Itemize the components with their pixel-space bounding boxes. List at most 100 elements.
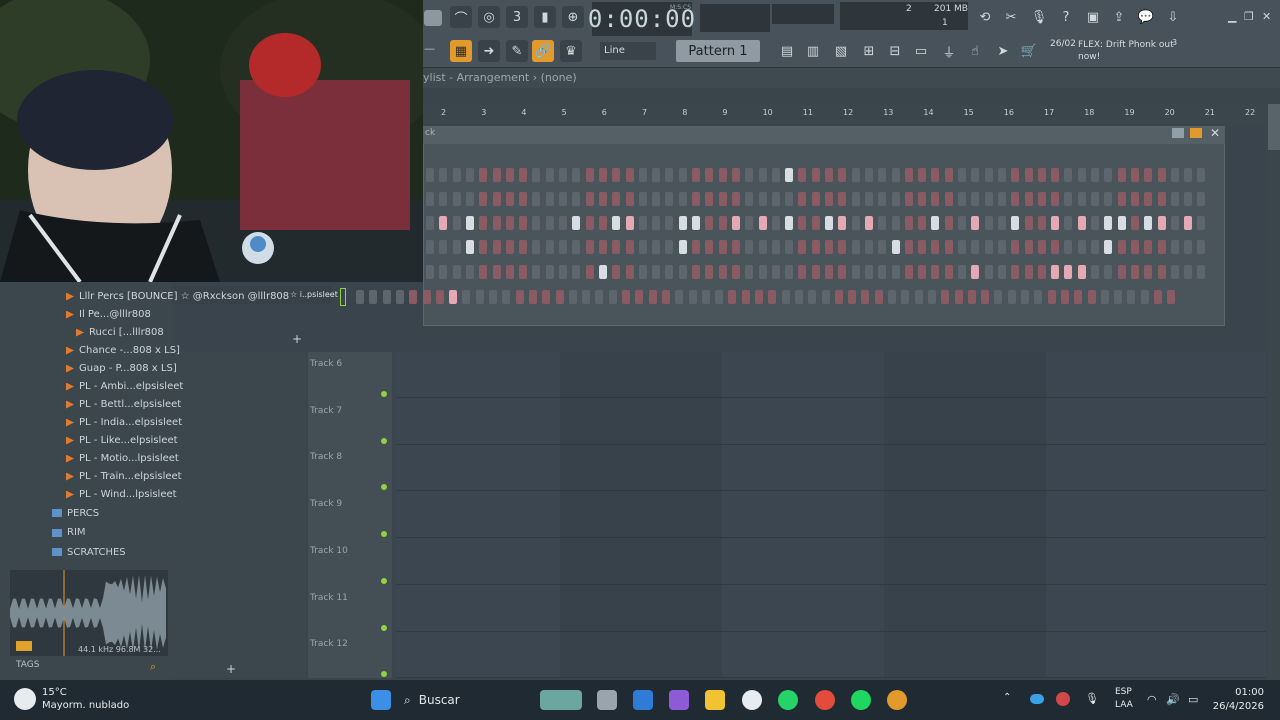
cart-icon[interactable]: 🛒 (1018, 40, 1040, 62)
step-button[interactable] (612, 192, 621, 206)
step-button[interactable] (918, 192, 927, 206)
step-button[interactable] (731, 240, 740, 254)
step-button[interactable] (1144, 240, 1153, 254)
step-button[interactable] (638, 168, 647, 182)
step-button[interactable] (1104, 265, 1113, 279)
step-button[interactable] (931, 216, 940, 230)
vertical-scrollbar[interactable] (1268, 104, 1280, 680)
browser-file-item[interactable]: Guap - P...808 x LS] (66, 360, 177, 377)
step-button[interactable] (705, 216, 714, 230)
wifi-icon[interactable]: ◠ (1147, 693, 1157, 706)
step-button[interactable] (798, 265, 807, 279)
cut-icon[interactable]: ✂ (1000, 6, 1022, 28)
step-button[interactable] (489, 290, 497, 304)
step-button[interactable] (1140, 290, 1149, 304)
step-button[interactable] (1037, 265, 1046, 279)
track-label[interactable]: Track 6 (310, 359, 342, 369)
step-button[interactable] (452, 168, 461, 182)
step-button[interactable] (1011, 216, 1020, 230)
step-button[interactable] (901, 290, 910, 304)
step-button[interactable] (1051, 168, 1060, 182)
step-button[interactable] (785, 240, 794, 254)
step-button[interactable] (1064, 192, 1073, 206)
step-button[interactable] (971, 168, 980, 182)
channel-rack-icon[interactable]: ▥ (802, 40, 824, 62)
step-button[interactable] (1130, 192, 1139, 206)
browser-file-item[interactable]: Il Pe...@lllr808 (66, 306, 151, 323)
step-button[interactable] (864, 192, 873, 206)
step-button[interactable] (505, 216, 514, 230)
step-button[interactable] (997, 240, 1006, 254)
plug-icon[interactable]: ⏚ (938, 40, 960, 62)
step-button[interactable] (452, 265, 461, 279)
keyboard-layout[interactable]: LAA (1115, 700, 1133, 710)
step-button[interactable] (505, 168, 514, 182)
step-button[interactable] (701, 290, 710, 304)
step-button[interactable] (718, 216, 727, 230)
step-button[interactable] (1170, 265, 1179, 279)
step-button[interactable] (1024, 168, 1033, 182)
step-button[interactable] (532, 216, 541, 230)
step-button[interactable] (1021, 290, 1029, 304)
step-button[interactable] (665, 240, 674, 254)
step-button[interactable] (635, 290, 644, 304)
taskbar-search[interactable]: ⌕ Buscar (404, 688, 524, 712)
step-button[interactable] (638, 216, 647, 230)
step-button[interactable] (904, 168, 913, 182)
step-button[interactable] (878, 168, 887, 182)
pattern-selector[interactable]: Pattern 1 (676, 40, 760, 62)
metronome-icon[interactable]: ⌒ (450, 6, 472, 28)
playlist-view-icon[interactable]: ▦ (450, 40, 472, 62)
step-button[interactable] (519, 168, 528, 182)
step-button[interactable] (479, 192, 488, 206)
step-button[interactable] (532, 168, 541, 182)
step-button[interactable] (1130, 240, 1139, 254)
step-button[interactable] (1077, 265, 1086, 279)
step-button[interactable] (622, 290, 630, 304)
step-button[interactable] (971, 192, 980, 206)
step-button[interactable] (1064, 168, 1073, 182)
step-button[interactable] (718, 192, 727, 206)
browser-icon[interactable]: ⊟ (884, 40, 906, 62)
add-track-icon[interactable]: + (226, 662, 236, 676)
step-button[interactable] (515, 290, 524, 304)
step-button[interactable] (692, 192, 700, 206)
step-button[interactable] (745, 192, 754, 206)
step-button[interactable] (838, 168, 847, 182)
step-button[interactable] (1104, 240, 1113, 254)
step-button[interactable] (971, 265, 980, 279)
step-button[interactable] (1024, 216, 1033, 230)
step-button[interactable] (545, 216, 554, 230)
step-button[interactable] (652, 168, 661, 182)
browser-file-item[interactable]: PL - Motio...lpsisleet (66, 450, 179, 467)
step-button[interactable] (984, 265, 993, 279)
step-button[interactable] (997, 265, 1006, 279)
step-button[interactable] (356, 290, 364, 304)
step-button[interactable] (1157, 192, 1166, 206)
step-button[interactable] (944, 168, 953, 182)
onedrive-icon[interactable] (1030, 694, 1044, 704)
step-button[interactable] (1117, 265, 1126, 279)
step-button[interactable] (505, 265, 514, 279)
step-button[interactable] (705, 168, 714, 182)
step-button[interactable] (1144, 192, 1153, 206)
step-button[interactable] (851, 192, 860, 206)
step-button[interactable] (598, 168, 607, 182)
step-button[interactable] (492, 216, 501, 230)
step-button[interactable] (1024, 240, 1033, 254)
loop-record-icon[interactable]: ◎ (478, 6, 500, 28)
step-button[interactable] (944, 216, 953, 230)
step-button[interactable] (1037, 216, 1046, 230)
step-button[interactable] (625, 216, 634, 230)
step-edit-icon[interactable]: ▮ (534, 6, 556, 28)
browser-folder[interactable]: PERCS (52, 504, 99, 522)
step-button[interactable] (542, 290, 551, 304)
piano-roll-icon[interactable]: ▧ (830, 40, 852, 62)
step-button[interactable] (545, 240, 554, 254)
step-button[interactable] (608, 290, 617, 304)
chat-icon[interactable]: 💬 (1135, 6, 1157, 28)
step-button[interactable] (1091, 168, 1099, 182)
step-button[interactable] (958, 265, 966, 279)
step-button[interactable] (422, 290, 431, 304)
step-button[interactable] (984, 168, 993, 182)
